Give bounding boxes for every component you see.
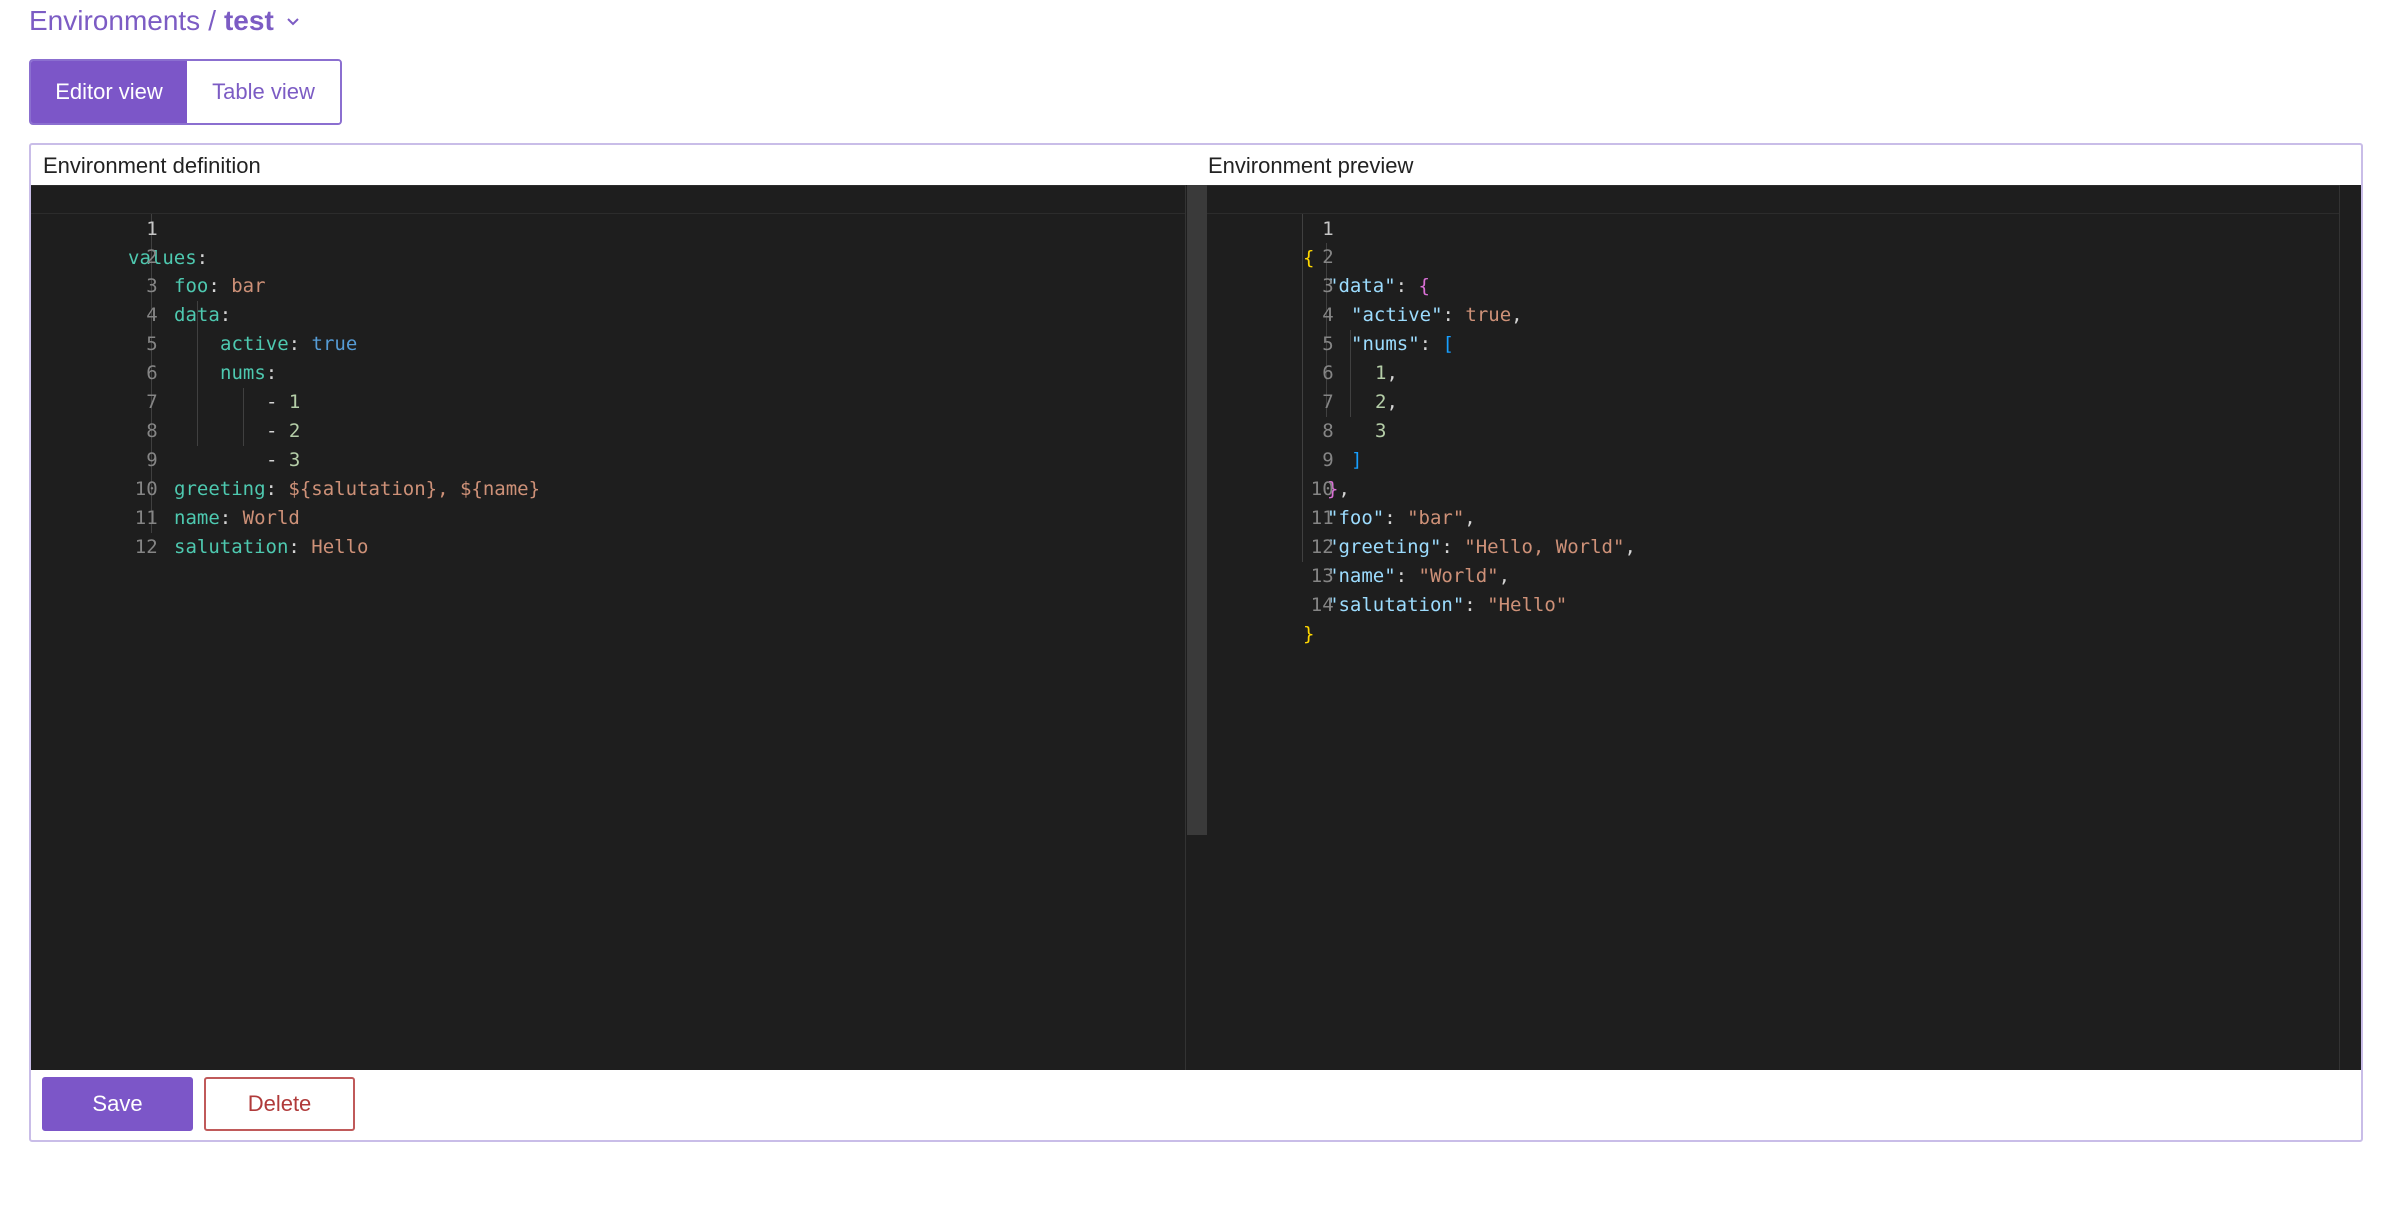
code-line: 1 values:	[31, 185, 1207, 269]
scrollbar-thumb[interactable]	[1187, 185, 1207, 835]
code-line: 9 },	[1207, 417, 2361, 500]
code-line: 14 }	[1207, 562, 2361, 645]
code-line: 5 nums:	[31, 301, 1207, 384]
code-line: 13 "salutation": "Hello"	[1207, 533, 2361, 616]
code-line: 6 2,	[1207, 330, 2361, 413]
code-line: 2 "data": {	[1207, 214, 2361, 297]
breadcrumb-separator: /	[208, 5, 216, 36]
code-line: 5 1,	[1207, 301, 2361, 384]
line-number: 14	[1310, 594, 1334, 616]
definition-editor[interactable]: 1 values: 2 foo: bar 3 data: 4 active: t…	[31, 185, 1208, 1070]
view-toggle: Editor view Table view	[29, 59, 342, 125]
code-line: 11 salutation: Hello	[31, 475, 1207, 558]
code-line: 9 greeting: ${salutation}, ${name}	[31, 417, 1207, 500]
code-line: 3 "active": true,	[1207, 243, 2361, 326]
code-line: 4 active: true	[31, 272, 1207, 355]
definition-title: Environment definition	[43, 153, 261, 178]
code-line: 8 - 3	[31, 388, 1207, 471]
preview-title: Environment preview	[1208, 153, 1414, 178]
delete-button[interactable]: Delete	[204, 1077, 355, 1131]
environment-panel: Environment definition Environment previ…	[29, 143, 2363, 1142]
code-line: 12 "name": "World",	[1207, 504, 2361, 587]
breadcrumb-current-environment[interactable]: test	[224, 5, 274, 37]
code-line: 11 "greeting": "Hello, World",	[1207, 475, 2361, 558]
save-button[interactable]: Save	[42, 1077, 193, 1131]
tab-table-view[interactable]: Table view	[187, 61, 340, 123]
code-line: 7 3	[1207, 359, 2361, 442]
breadcrumb: Environments / test	[29, 2, 302, 40]
code-line: 12	[31, 504, 1207, 558]
code-line: 6 - 1	[31, 330, 1207, 413]
code-line: 2 foo: bar	[31, 214, 1207, 297]
code-line: 8 ]	[1207, 388, 2361, 471]
code-line: 3 data:	[31, 243, 1207, 326]
tab-editor-view[interactable]: Editor view	[31, 61, 187, 123]
line-number: 12	[134, 536, 158, 558]
chevron-down-icon[interactable]	[284, 12, 302, 30]
code-line: 1 {	[1207, 185, 2361, 269]
code-line: 4 "nums": [	[1207, 272, 2361, 355]
code-line: 10 "foo": "bar",	[1207, 446, 2361, 529]
preview-scrollbar[interactable]	[2339, 185, 2361, 1070]
code-line: 7 - 2	[31, 359, 1207, 442]
editor-scrollbar[interactable]	[1185, 185, 1207, 1070]
code-line: 10 name: World	[31, 446, 1207, 529]
preview-editor[interactable]: 1 { 2 "data": { 3 "active": true, 4 "num…	[1207, 185, 2361, 1070]
breadcrumb-environments-link[interactable]: Environments	[29, 5, 200, 37]
